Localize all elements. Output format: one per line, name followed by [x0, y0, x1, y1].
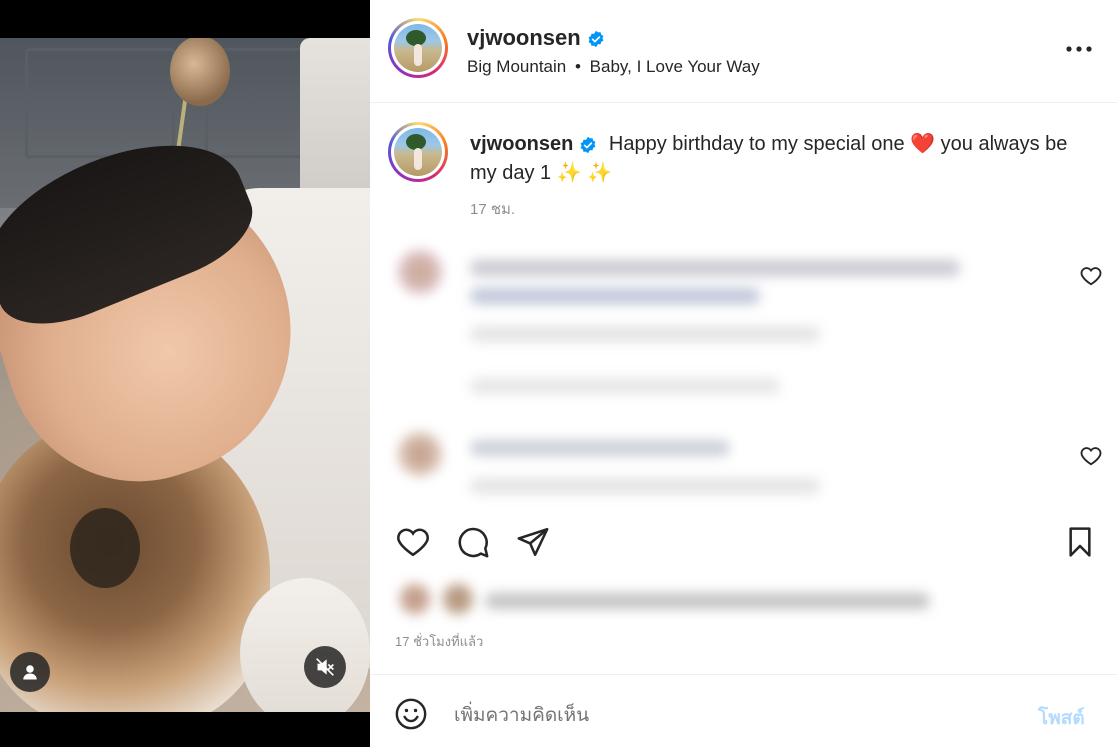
more-options-button[interactable]	[1064, 34, 1094, 64]
share-button[interactable]	[513, 522, 553, 562]
comment-composer: โพสต์	[370, 674, 1117, 747]
location-link[interactable]: Big Mountain	[467, 57, 566, 76]
tagged-users-button[interactable]	[10, 652, 50, 692]
audio-link[interactable]: Baby, I Love Your Way	[590, 57, 760, 76]
speaker-muted-icon	[316, 658, 334, 676]
action-bar	[370, 516, 1117, 566]
post-details: vjwoonsen Big Mountain • Baby, I Love Yo…	[370, 0, 1117, 747]
liked-by-text	[485, 593, 930, 609]
blurred-text	[470, 288, 760, 304]
post-media[interactable]	[0, 0, 370, 747]
verified-badge-icon	[580, 136, 596, 153]
like-button[interactable]	[393, 522, 433, 562]
comment-input[interactable]	[454, 701, 1014, 731]
avatar[interactable]	[388, 18, 448, 78]
user-icon	[23, 665, 37, 680]
comments-list	[370, 220, 1117, 520]
send-icon	[517, 527, 549, 557]
subtitle-separator: •	[574, 57, 581, 76]
blurred-text	[470, 260, 960, 276]
caption-time: 17 ชม.	[470, 201, 516, 218]
caption-text: vjwoonsen Happy birthday to my special o…	[470, 130, 1080, 188]
heart-emoji: ❤️	[910, 133, 936, 155]
blurred-text	[470, 440, 730, 456]
more-dots-icon	[1066, 46, 1092, 52]
blurred-text	[470, 326, 820, 342]
verified-badge-icon	[588, 30, 604, 48]
post-timestamp: 17 ชั่วโมงที่แล้ว	[395, 634, 484, 649]
comment-like-icon[interactable]	[1080, 265, 1102, 287]
comment-icon	[458, 527, 489, 558]
caption-username[interactable]: vjwoonsen	[470, 133, 573, 155]
caption-avatar-image	[394, 128, 442, 176]
post-comment-button[interactable]: โพสต์	[1038, 703, 1085, 733]
comment-like-icon[interactable]	[1080, 445, 1102, 467]
bookmark-icon	[1069, 527, 1091, 557]
blurred-text	[470, 378, 780, 394]
header-username[interactable]: vjwoonsen	[467, 25, 581, 50]
comment-button[interactable]	[453, 522, 493, 562]
sparkles-emoji: ✨ ✨	[556, 162, 613, 184]
liked-by[interactable]	[395, 578, 955, 622]
lamp-shade	[170, 38, 230, 106]
comment-avatar[interactable]	[398, 432, 442, 476]
mute-button[interactable]	[304, 646, 346, 688]
pillow	[300, 38, 370, 198]
wall-panel	[25, 48, 175, 158]
post-photo[interactable]	[0, 38, 370, 712]
emoji-icon[interactable]	[394, 697, 428, 731]
comment-avatar[interactable]	[398, 250, 442, 294]
caption-avatar[interactable]	[388, 122, 448, 182]
blurred-text	[470, 478, 820, 494]
header-subtitle: Big Mountain • Baby, I Love Your Way	[467, 57, 760, 77]
liked-by-avatar	[443, 584, 473, 614]
avatar-image	[394, 24, 442, 72]
post-header: vjwoonsen Big Mountain • Baby, I Love Yo…	[370, 0, 1117, 103]
dog-patch	[70, 508, 140, 588]
caption-body: Happy birthday to my special one	[608, 133, 905, 155]
liked-by-avatar	[400, 584, 430, 614]
heart-icon	[397, 528, 429, 557]
save-button[interactable]	[1060, 522, 1100, 562]
header-username-row: vjwoonsen	[467, 25, 605, 51]
